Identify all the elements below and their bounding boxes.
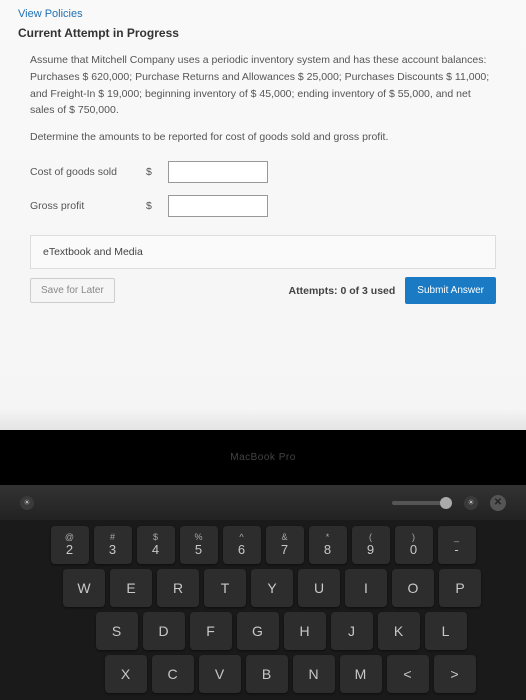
view-policies-link[interactable]: View Policies	[18, 8, 508, 20]
currency-symbol: $	[146, 200, 152, 212]
cogs-label: Cost of goods sold	[30, 166, 130, 178]
key[interactable]: P	[439, 569, 481, 607]
action-bar: Save for Later Attempts: 0 of 3 used Sub…	[30, 277, 496, 304]
gross-profit-input[interactable]	[168, 195, 268, 217]
resources-panel[interactable]: eTextbook and Media	[30, 235, 496, 269]
key[interactable]: X	[105, 655, 147, 693]
touchbar-close-icon[interactable]: ✕	[490, 495, 506, 511]
key[interactable]: _-	[438, 526, 476, 564]
key[interactable]: <	[387, 655, 429, 693]
key[interactable]: $4	[137, 526, 175, 564]
keyboard-row-3: SDFGHJKL	[4, 612, 522, 650]
key[interactable]: K	[378, 612, 420, 650]
key[interactable]: %5	[180, 526, 218, 564]
key[interactable]: S	[96, 612, 138, 650]
save-for-later-button[interactable]: Save for Later	[30, 278, 115, 303]
key[interactable]: N	[293, 655, 335, 693]
key[interactable]: (9	[352, 526, 390, 564]
brightness-low-icon[interactable]: ☀	[20, 496, 34, 510]
touchbar-slider[interactable]	[392, 501, 452, 505]
cogs-answer-row: Cost of goods sold $	[30, 161, 496, 183]
key[interactable]: D	[143, 612, 185, 650]
assignment-screen: View Policies Current Attempt in Progres…	[0, 0, 526, 430]
key[interactable]: J	[331, 612, 373, 650]
keyboard-row-4: XCVBNM<>	[4, 655, 522, 693]
submit-answer-button[interactable]: Submit Answer	[405, 277, 496, 304]
key[interactable]: T	[204, 569, 246, 607]
key[interactable]: V	[199, 655, 241, 693]
key[interactable]: E	[110, 569, 152, 607]
keyboard: @2#3$4%5^6&7*8(9)0_- WERTYUIOP SDFGHJKL …	[0, 520, 526, 700]
key[interactable]: O	[392, 569, 434, 607]
gross-profit-answer-row: Gross profit $	[30, 195, 496, 217]
currency-symbol: $	[146, 166, 152, 178]
key[interactable]: W	[63, 569, 105, 607]
keyboard-number-row: @2#3$4%5^6&7*8(9)0_-	[4, 526, 522, 564]
cogs-input[interactable]	[168, 161, 268, 183]
key[interactable]: M	[340, 655, 382, 693]
brightness-high-icon[interactable]: ☀	[464, 496, 478, 510]
key[interactable]: C	[152, 655, 194, 693]
key[interactable]: &7	[266, 526, 304, 564]
key[interactable]: ^6	[223, 526, 261, 564]
key[interactable]: H	[284, 612, 326, 650]
laptop-brand-label: MacBook Pro	[230, 452, 296, 463]
key[interactable]: U	[298, 569, 340, 607]
key[interactable]: G	[237, 612, 279, 650]
key[interactable]: )0	[395, 526, 433, 564]
key[interactable]: I	[345, 569, 387, 607]
key[interactable]: F	[190, 612, 232, 650]
touchbar: ☀ ☀ ✕	[0, 485, 526, 520]
key[interactable]: B	[246, 655, 288, 693]
problem-statement: Assume that Mitchell Company uses a peri…	[30, 52, 496, 119]
submit-group: Attempts: 0 of 3 used Submit Answer	[289, 277, 496, 304]
key[interactable]: #3	[94, 526, 132, 564]
attempt-status-header: Current Attempt in Progress	[18, 26, 508, 40]
key[interactable]: @2	[51, 526, 89, 564]
key[interactable]: Y	[251, 569, 293, 607]
key[interactable]: R	[157, 569, 199, 607]
keyboard-row-2: WERTYUIOP	[4, 569, 522, 607]
key[interactable]: >	[434, 655, 476, 693]
attempts-counter: Attempts: 0 of 3 used	[289, 285, 396, 297]
laptop-bezel: MacBook Pro	[0, 430, 526, 485]
key[interactable]: L	[425, 612, 467, 650]
problem-instruction: Determine the amounts to be reported for…	[30, 131, 496, 143]
gross-profit-label: Gross profit	[30, 200, 130, 212]
key[interactable]: *8	[309, 526, 347, 564]
